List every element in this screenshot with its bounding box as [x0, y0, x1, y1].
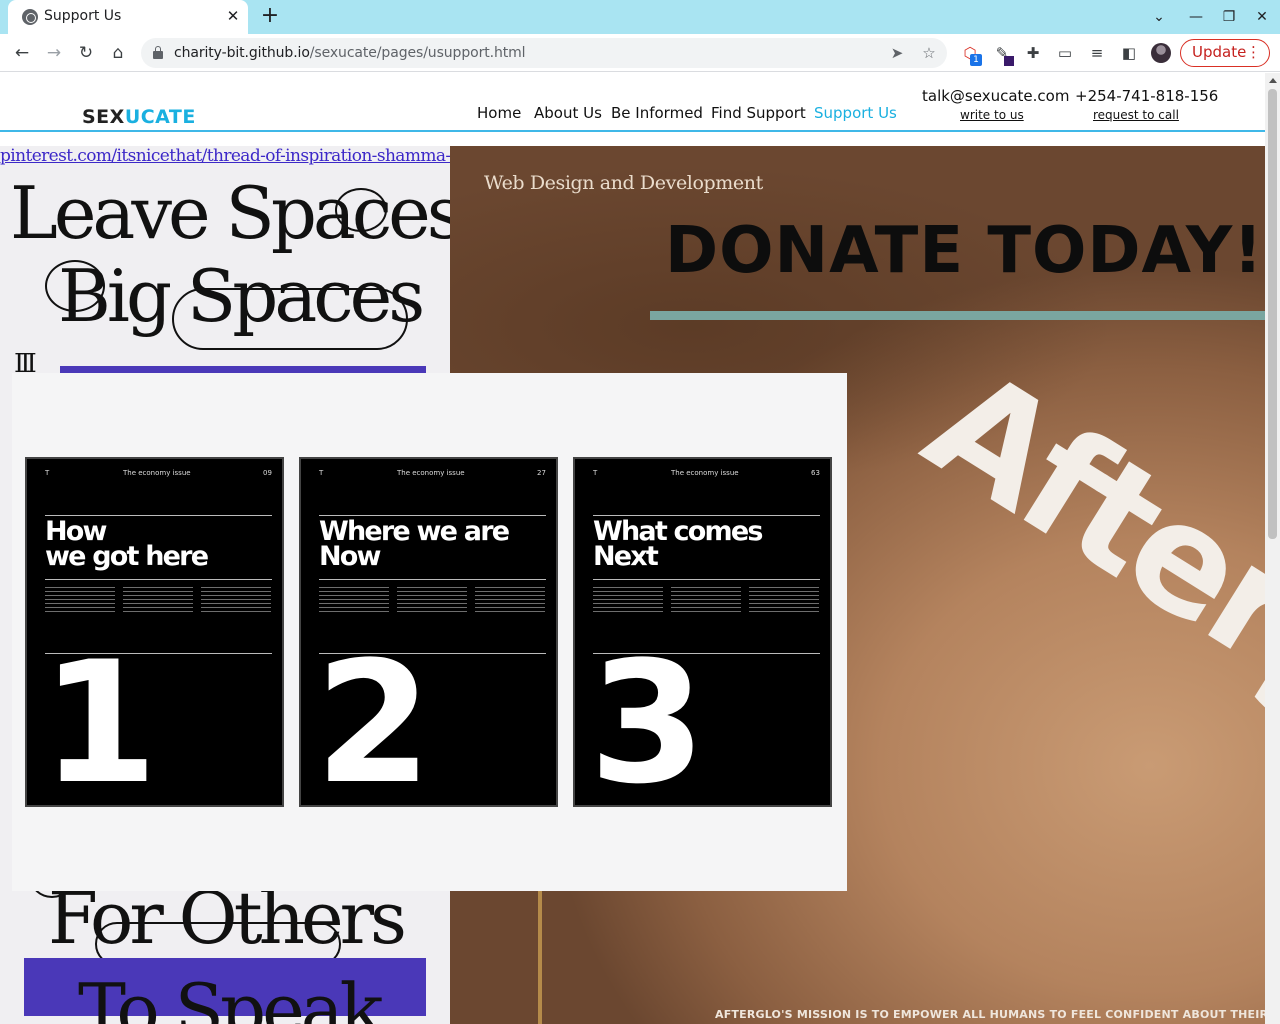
poster-body-text — [319, 587, 389, 613]
star-icon[interactable]: ☆ — [917, 41, 941, 65]
image-source-link[interactable]: pinterest.com/itsnicethat/thread-of-insp… — [0, 146, 450, 166]
poster-rule — [593, 579, 820, 580]
poster-body-text — [397, 587, 467, 613]
economy-posters-image: T The economy issue 09 How we got here 1 … — [12, 373, 847, 891]
poster-rule — [319, 579, 546, 580]
home-icon[interactable]: ⌂ — [106, 41, 130, 65]
write-to-us-link[interactable]: write to us — [960, 108, 1024, 122]
tab-search-chevron-icon[interactable]: ⌄ — [1148, 6, 1170, 28]
contact-phone: +254-741-818-156 — [1075, 87, 1219, 105]
poster-number: 1 — [41, 625, 158, 821]
poster-panel-1: T The economy issue 09 How we got here 1 — [25, 457, 284, 807]
request-call-link[interactable]: request to call — [1093, 108, 1179, 122]
poster-panel-3: T The economy issue 63 What comes Next 3 — [573, 457, 832, 807]
hero-divider — [650, 311, 1265, 320]
menu-dots-icon[interactable]: ⋮ — [1246, 40, 1261, 65]
poster-oval-decoration — [172, 288, 408, 350]
browser-toolbar: ← → ↻ ⌂ charity-bit.github.io/sexucate/p… — [0, 34, 1280, 72]
forward-arrow-icon[interactable]: → — [42, 41, 66, 65]
poster-heading: What comes Next — [593, 516, 763, 572]
sidebar-icon[interactable]: ◧ — [1117, 41, 1141, 65]
restore-button[interactable]: ❐ — [1218, 6, 1240, 28]
poster-heading: Where we are Now — [319, 516, 510, 572]
close-window-button[interactable]: ✕ — [1251, 6, 1273, 28]
contact-email: talk@sexucate.com — [922, 87, 1070, 105]
browser-tab[interactable]: Support Us ✕ — [8, 0, 248, 34]
hero-mission-text: AFTERGLO'S MISSION IS TO EMPOWER ALL HUM… — [715, 1008, 1265, 1021]
poster-meta: 09 — [263, 469, 272, 477]
tab-strip: Support Us ✕ + ⌄ — ❐ ✕ — [0, 0, 1280, 34]
nav-about-us[interactable]: About Us — [534, 104, 602, 122]
nav-home[interactable]: Home — [477, 104, 521, 122]
poster-body-text — [123, 587, 193, 613]
reload-icon[interactable]: ↻ — [74, 41, 98, 65]
new-tab-button[interactable]: + — [258, 4, 282, 28]
avatar[interactable] — [1151, 43, 1171, 63]
poster-meta: The economy issue — [397, 469, 465, 477]
poster-circle-decoration — [45, 260, 105, 312]
nav-support-us[interactable]: Support Us — [814, 104, 897, 122]
globe-icon — [22, 9, 38, 25]
hero-stick-decoration — [538, 886, 542, 1024]
donate-heading: DONATE TODAY! — [665, 214, 1264, 288]
poster-body-text — [45, 587, 115, 613]
poster-meta: The economy issue — [671, 469, 739, 477]
page-scrollbar[interactable] — [1265, 73, 1280, 1024]
site-header: SEXUCATE Home About Us Be Informed Find … — [0, 73, 1265, 132]
poster-body-text — [593, 587, 663, 613]
close-tab-icon[interactable]: ✕ — [224, 7, 242, 25]
poster-meta: The economy issue — [123, 469, 191, 477]
scroll-up-arrow-icon[interactable] — [1269, 78, 1277, 83]
poster-body-text — [749, 587, 819, 613]
hero-kicker: Web Design and Development — [484, 172, 763, 194]
web-page: SEXUCATE Home About Us Be Informed Find … — [0, 73, 1265, 1024]
poster-line-4: To Speak — [78, 968, 383, 1024]
poster-rule — [45, 579, 272, 580]
extension-badge: 1 — [970, 54, 982, 66]
update-button[interactable]: Update ⋮ — [1180, 39, 1270, 67]
poster-body-text — [671, 587, 741, 613]
address-bar[interactable]: charity-bit.github.io/sexucate/pages/usu… — [141, 38, 947, 68]
nav-find-support[interactable]: Find Support — [711, 104, 806, 122]
back-arrow-icon[interactable]: ← — [10, 41, 34, 65]
poster-meta: T — [45, 469, 50, 477]
poster-body-text — [201, 587, 271, 613]
poster-heading: How we got here — [45, 516, 209, 572]
send-icon[interactable]: ➤ — [885, 41, 909, 65]
poster-meta: T — [593, 469, 598, 477]
puzzle-icon[interactable]: ✚ — [1021, 41, 1045, 65]
poster-meta: T — [319, 469, 324, 477]
media-icon[interactable]: ≡ — [1085, 41, 1109, 65]
site-logo[interactable]: SEXUCATE — [82, 106, 196, 128]
poster-number: 3 — [589, 625, 706, 821]
nav-be-informed[interactable]: Be Informed — [611, 104, 703, 122]
poster-body-text — [475, 587, 545, 613]
minimize-button[interactable]: — — [1185, 6, 1207, 28]
poster-meta: 27 — [537, 469, 546, 477]
poster-meta: 63 — [811, 469, 820, 477]
lock-icon[interactable] — [153, 46, 163, 59]
scrollbar-thumb[interactable] — [1268, 89, 1277, 539]
tab-title: Support Us — [44, 8, 122, 24]
url-text[interactable]: charity-bit.github.io/sexucate/pages/usu… — [174, 45, 526, 61]
cast-icon[interactable]: ▭ — [1053, 41, 1077, 65]
poster-circle-decoration — [335, 188, 387, 232]
poster-number: 2 — [315, 625, 432, 821]
extension-badge-square — [1004, 56, 1014, 66]
poster-panel-2: T The economy issue 27 Where we are Now 2 — [299, 457, 558, 807]
